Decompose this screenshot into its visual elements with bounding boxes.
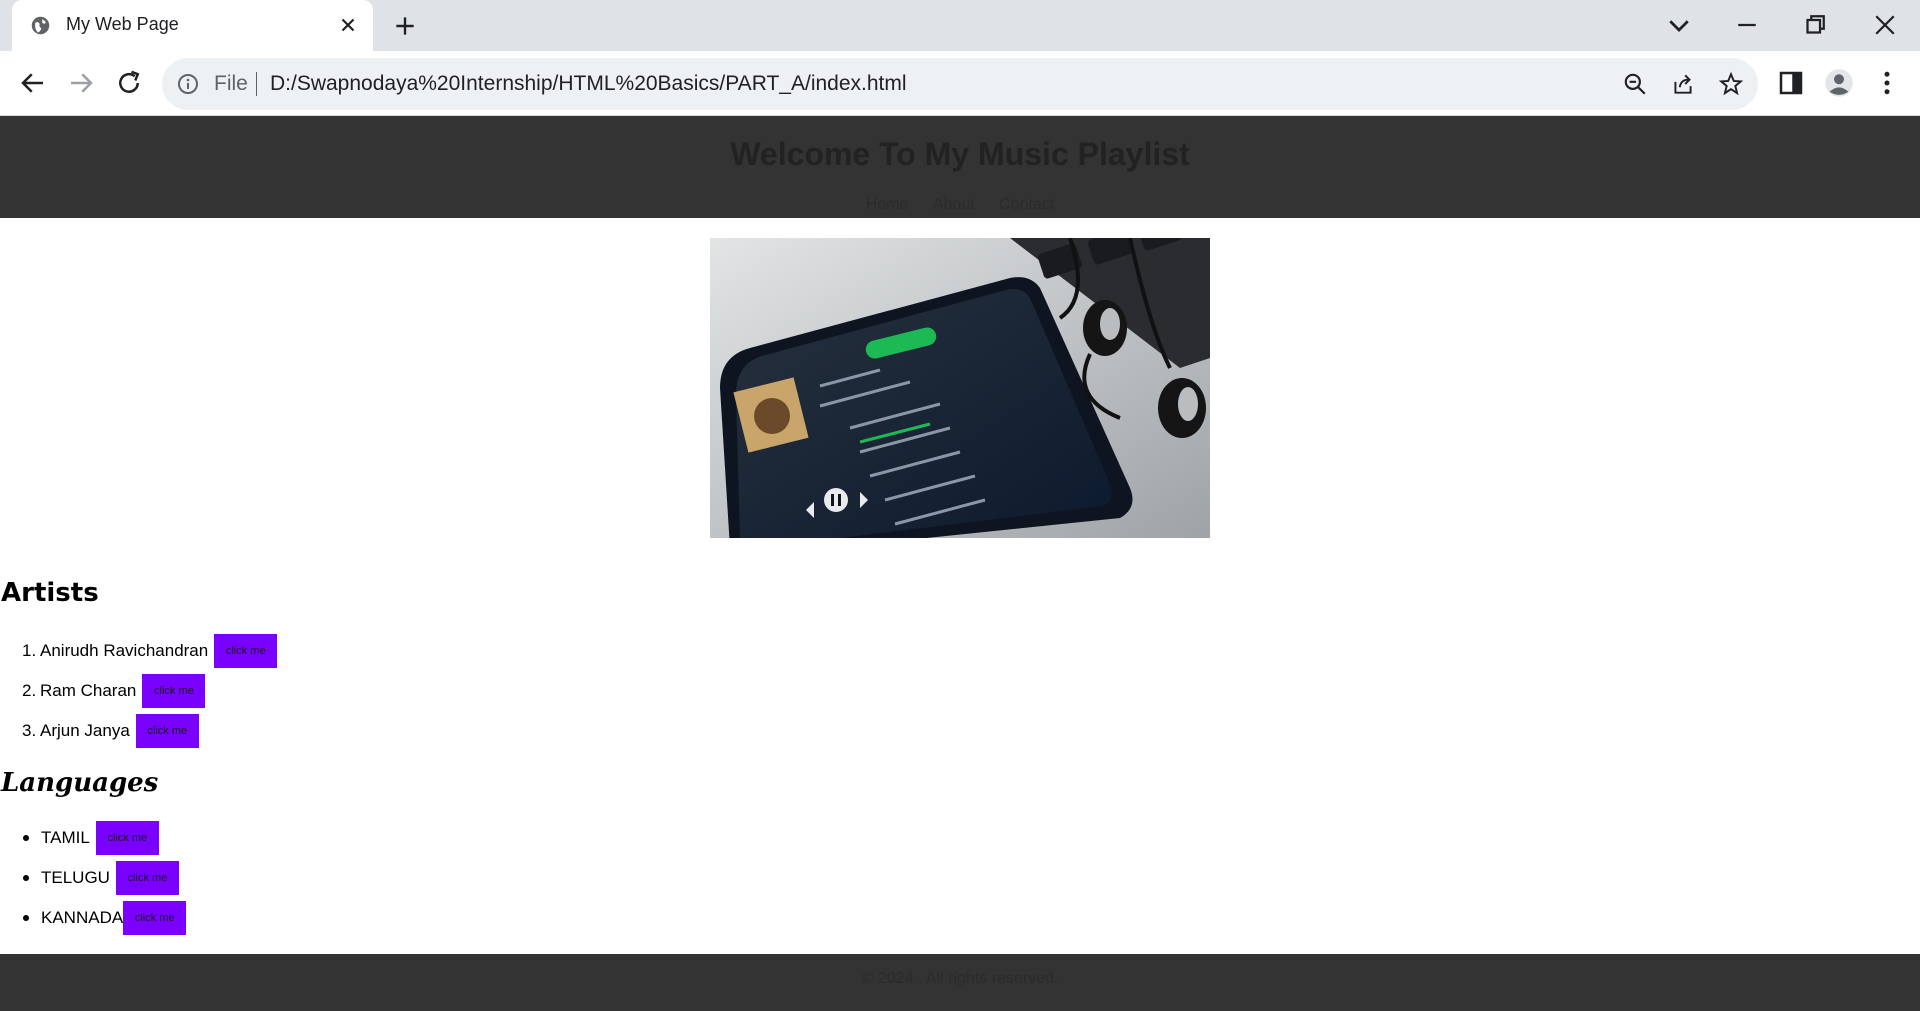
language-name: KANNADA bbox=[41, 908, 124, 927]
forward-icon[interactable] bbox=[66, 68, 96, 98]
bullet-marker bbox=[23, 875, 29, 881]
nav-link-home[interactable]: Home bbox=[866, 196, 909, 213]
scheme-label: File bbox=[214, 72, 248, 95]
minimize-icon[interactable] bbox=[1732, 10, 1762, 40]
list-item: 3. Arjun Janya click me bbox=[22, 714, 199, 748]
restore-icon[interactable] bbox=[1800, 10, 1830, 40]
star-icon[interactable] bbox=[1718, 71, 1744, 97]
page-title: Welcome To My Music Playlist bbox=[730, 136, 1190, 172]
omnibox-divider bbox=[256, 72, 257, 96]
click-me-button[interactable]: click me bbox=[115, 861, 179, 895]
address-bar[interactable]: File D:/Swapnodaya%20Internship/HTML%20B… bbox=[162, 58, 1758, 110]
list-item: TAMIL click me bbox=[23, 821, 159, 855]
click-me-button[interactable]: click me bbox=[214, 634, 278, 668]
footer-text: © 2024 . All rights reserved. bbox=[861, 970, 1059, 987]
list-marker: 2. bbox=[22, 681, 37, 700]
tab-strip: My Web Page bbox=[0, 0, 1920, 51]
close-icon[interactable] bbox=[337, 14, 359, 36]
tab-title: My Web Page bbox=[66, 14, 179, 34]
nav-link-about[interactable]: About bbox=[933, 196, 975, 213]
site-nav: Home About Contact bbox=[0, 196, 1920, 214]
bullet-marker bbox=[23, 835, 29, 841]
url-text[interactable]: D:/Swapnodaya%20Internship/HTML%20Basics… bbox=[270, 72, 907, 96]
bullet-marker bbox=[23, 915, 29, 921]
window-close-icon[interactable] bbox=[1870, 10, 1900, 40]
profile-icon[interactable] bbox=[1824, 68, 1854, 98]
artist-name: Arjun Janya bbox=[40, 721, 130, 740]
list-marker: 3. bbox=[22, 721, 37, 740]
list-item: 2. Ram Charan click me bbox=[22, 674, 206, 708]
site-header: Welcome To My Music Playlist Home About … bbox=[0, 116, 1920, 218]
click-me-button[interactable]: click me bbox=[142, 674, 206, 708]
list-marker: 1. bbox=[22, 641, 37, 660]
globe-icon bbox=[31, 16, 50, 35]
artists-heading: Artists bbox=[1, 578, 99, 608]
language-name: TAMIL bbox=[41, 828, 90, 847]
nav-link-contact[interactable]: Contact bbox=[999, 196, 1054, 213]
click-me-button[interactable]: click me bbox=[123, 901, 187, 935]
browser-toolbar: File D:/Swapnodaya%20Internship/HTML%20B… bbox=[0, 51, 1920, 116]
site-footer: © 2024 . All rights reserved. bbox=[0, 954, 1920, 1011]
click-me-button[interactable]: click me bbox=[95, 821, 159, 855]
artist-name: Ram Charan bbox=[40, 681, 137, 700]
plus-icon[interactable] bbox=[392, 13, 418, 39]
web-page: Welcome To My Music Playlist Home About … bbox=[0, 116, 1920, 1011]
list-item: KANNADA click me bbox=[23, 901, 187, 935]
menu-icon[interactable] bbox=[1872, 68, 1902, 98]
language-name: TELUGU bbox=[41, 868, 110, 887]
side-panel-icon[interactable] bbox=[1776, 68, 1806, 98]
reload-icon[interactable] bbox=[114, 68, 144, 98]
artist-name: Anirudh Ravichandran bbox=[40, 641, 209, 660]
zoom-out-icon[interactable] bbox=[1622, 71, 1648, 97]
list-item: 1. Anirudh Ravichandran click me bbox=[22, 634, 278, 668]
info-icon[interactable] bbox=[176, 72, 200, 96]
share-icon[interactable] bbox=[1670, 71, 1696, 97]
back-icon[interactable] bbox=[18, 68, 48, 98]
chevron-down-icon[interactable] bbox=[1664, 10, 1694, 40]
browser-tab[interactable]: My Web Page bbox=[12, 0, 373, 51]
list-item: TELUGU click me bbox=[23, 861, 179, 895]
click-me-button[interactable]: click me bbox=[135, 714, 199, 748]
languages-heading: Languages bbox=[1, 768, 159, 798]
hero-image bbox=[710, 238, 1210, 538]
